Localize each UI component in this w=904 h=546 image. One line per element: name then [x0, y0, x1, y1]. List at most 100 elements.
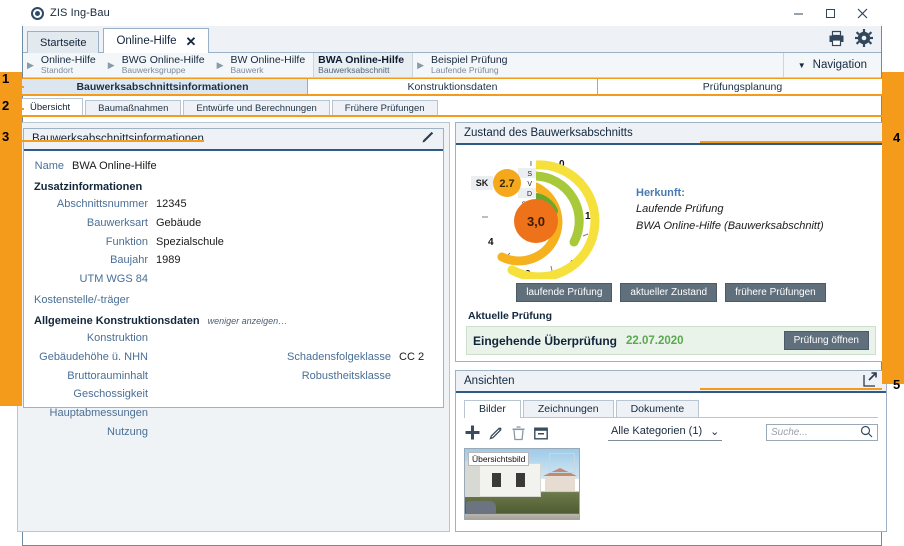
breadcrumb-item-bauwerk[interactable]: ▶ BW Online-Hilfe Bauwerk	[213, 53, 314, 77]
field-label: UTM WGS 84	[34, 272, 156, 287]
sub-tab-baumassnahmen[interactable]: Baumaßnahmen	[85, 100, 181, 115]
field-nutzung: Nutzung	[34, 425, 241, 440]
field-label: Geschossigkeit	[34, 387, 156, 402]
circle-target-icon	[31, 7, 44, 20]
laufende-pruefung-button[interactable]: laufende Prüfung	[516, 283, 612, 302]
annotation-marker-2: 2	[2, 99, 9, 112]
breadcrumb-item-standort[interactable]: ▶ Online-Hilfe Standort	[23, 53, 104, 77]
thumbnail-window-1	[492, 473, 501, 487]
zustand-button-row: laufende Prüfung aktueller Zustand frühe…	[466, 283, 876, 302]
thumbnail-uebersichtsbild[interactable]: Übersichtsbild	[464, 448, 580, 520]
thumbnail-window-2	[516, 473, 525, 487]
gauge-label-V: V	[527, 181, 532, 188]
breadcrumb-subtitle: Bauwerk	[230, 66, 305, 76]
field-label: Schadensfolgeklasse	[287, 350, 399, 365]
field-label: Hauptabmessungen	[34, 406, 156, 421]
close-icon[interactable]: ✕	[186, 35, 197, 48]
chevron-down-icon: ▼	[798, 61, 806, 70]
condition-gauge-chart: 0 1 2 3 4	[466, 151, 636, 279]
annotation-marker-4: 4	[893, 131, 900, 144]
annotation-rule-5	[700, 388, 882, 390]
section-heading-konstruktionsdaten: Allgemeine Konstruktionsdaten weniger an…	[34, 315, 433, 327]
tab-online-hilfe[interactable]: Online-Hilfe ✕	[103, 28, 209, 53]
sub-tab-uebersicht[interactable]: Übersicht	[17, 98, 83, 115]
sub-tab-label: Übersicht	[30, 102, 70, 113]
annotation-marker-5: 5	[893, 378, 900, 391]
field-value: CC 2	[399, 350, 433, 365]
section-tab-konstruktionsdaten[interactable]: Konstruktionsdaten	[307, 78, 598, 94]
pruefung-oeffnen-button[interactable]: Prüfung öffnen	[784, 331, 869, 350]
delete-trash-icon[interactable]	[511, 425, 526, 441]
panel-body: Bilder Zeichnungen Dokumente	[456, 393, 886, 526]
annotation-rule-4	[700, 141, 882, 143]
chevron-right-icon: ▶	[217, 61, 224, 70]
panel-body: 0 1 2 3 4	[456, 145, 886, 361]
breadcrumb-subtitle: Bauwerksabschnitt	[318, 66, 404, 76]
sk-value: 2.7	[499, 178, 514, 190]
navigation-button[interactable]: ▼ Navigation	[783, 53, 881, 77]
field-kostenstelle: Kostenstelle/-träger	[34, 293, 433, 308]
tab-bilder[interactable]: Bilder	[464, 400, 521, 418]
field-value: Gebäude	[156, 216, 201, 231]
field-label: Kostenstelle/-träger	[34, 293, 137, 308]
field-funktion: Funktion Spezialschule	[34, 235, 433, 250]
page-title: Bauwerksabschnittsinformationen	[32, 133, 420, 145]
panel-body: Name BWA Online-Hilfe Zusatzinformatione…	[24, 151, 443, 452]
edit-pencil-icon[interactable]	[488, 425, 504, 441]
gauge-center-value: 3,0	[527, 214, 545, 229]
aktuelle-pruefung-label: Aktuelle Prüfung	[468, 310, 876, 322]
section-tab-bauwerksabschnittsinformationen[interactable]: Bauwerksabschnittsinformationen	[17, 78, 308, 94]
maximize-button[interactable]	[814, 1, 846, 25]
close-button[interactable]	[846, 1, 878, 25]
pruefung-name: Eingehende Überprüfung	[473, 334, 617, 348]
archive-box-icon[interactable]	[533, 425, 549, 441]
tab-startseite[interactable]: Startseite	[27, 31, 99, 53]
gauge-row: 0 1 2 3 4	[466, 151, 876, 279]
herkunft-line-2: BWA Online-Hilfe (Bauwerksabschnitt)	[636, 218, 824, 235]
konstruktion-right-column: Schadensfolgeklasse CC 2 Robustheitsklas…	[241, 331, 433, 444]
chevron-right-icon: ▶	[417, 61, 424, 70]
breadcrumb-item-bauwerksgruppe[interactable]: ▶ BWG Online-Hilfe Bauwerksgruppe	[104, 53, 213, 77]
ansichten-toolbar: Alle Kategorien (1) ⌄ Suche...	[464, 424, 878, 441]
show-less-link[interactable]: weniger anzeigen…	[208, 316, 288, 326]
fruehere-pruefungen-button[interactable]: frühere Prüfungen	[725, 283, 826, 302]
sub-tab-entwuerfe[interactable]: Entwürfe und Berechnungen	[183, 100, 329, 115]
field-value: BWA Online-Hilfe	[72, 159, 157, 174]
annotation-bar-right	[882, 72, 904, 384]
breadcrumb-item-bauwerksabschnitt[interactable]: BWA Online-Hilfe Bauwerksabschnitt	[313, 53, 413, 77]
section-tab-label: Konstruktionsdaten	[408, 81, 498, 93]
tab-zeichnungen[interactable]: Zeichnungen	[523, 400, 614, 417]
search-icon[interactable]	[860, 425, 873, 441]
window-title: ZIS Ing-Bau	[50, 7, 110, 19]
tab-label: Dokumente	[631, 403, 685, 415]
gear-icon[interactable]	[855, 29, 873, 50]
field-value: 1989	[156, 253, 180, 268]
sub-tab-label: Baumaßnahmen	[98, 103, 168, 114]
minimize-button[interactable]	[782, 1, 814, 25]
field-label: Nutzung	[34, 425, 156, 440]
sk-label: SK	[476, 178, 489, 188]
thumbnail-sky-box	[549, 453, 575, 473]
print-icon[interactable]	[828, 30, 845, 50]
field-geschossigkeit: Geschossigkeit	[34, 387, 241, 402]
add-icon[interactable]	[464, 424, 481, 441]
herkunft-block: Herkunft: Laufende Prüfung BWA Online-Hi…	[636, 151, 824, 234]
breadcrumb-item-laufende-pruefung[interactable]: ▶ Beispiel Prüfung Laufende Prüfung	[413, 53, 515, 77]
sub-tab-label: Frühere Prüfungen	[345, 103, 425, 114]
field-label: Robustheitsklasse	[302, 369, 399, 384]
aktueller-zustand-button[interactable]: aktueller Zustand	[620, 283, 717, 302]
zustand-panel-title: Zustand des Bauwerksabschnitts	[464, 127, 878, 139]
search-input[interactable]: Suche...	[766, 424, 878, 441]
herkunft-label: Herkunft:	[636, 187, 824, 199]
field-label: Bauwerksart	[34, 216, 156, 231]
sub-tab-fruehere-pruefungen[interactable]: Frühere Prüfungen	[332, 100, 438, 115]
field-bruttorauminhalt: Bruttorauminhalt	[34, 369, 241, 384]
annotation-bar-left	[0, 72, 22, 406]
section-tab-pruefungsplanung[interactable]: Prüfungsplanung	[597, 78, 888, 94]
field-label: Baujahr	[34, 253, 156, 268]
tab-dokumente[interactable]: Dokumente	[616, 400, 700, 417]
pencil-icon[interactable]	[420, 130, 435, 148]
annotation-rule-3	[4, 140, 204, 142]
section-heading-zusatzinformationen: Zusatzinformationen	[34, 181, 433, 193]
category-selector[interactable]: Alle Kategorien (1) ⌄	[608, 425, 722, 441]
